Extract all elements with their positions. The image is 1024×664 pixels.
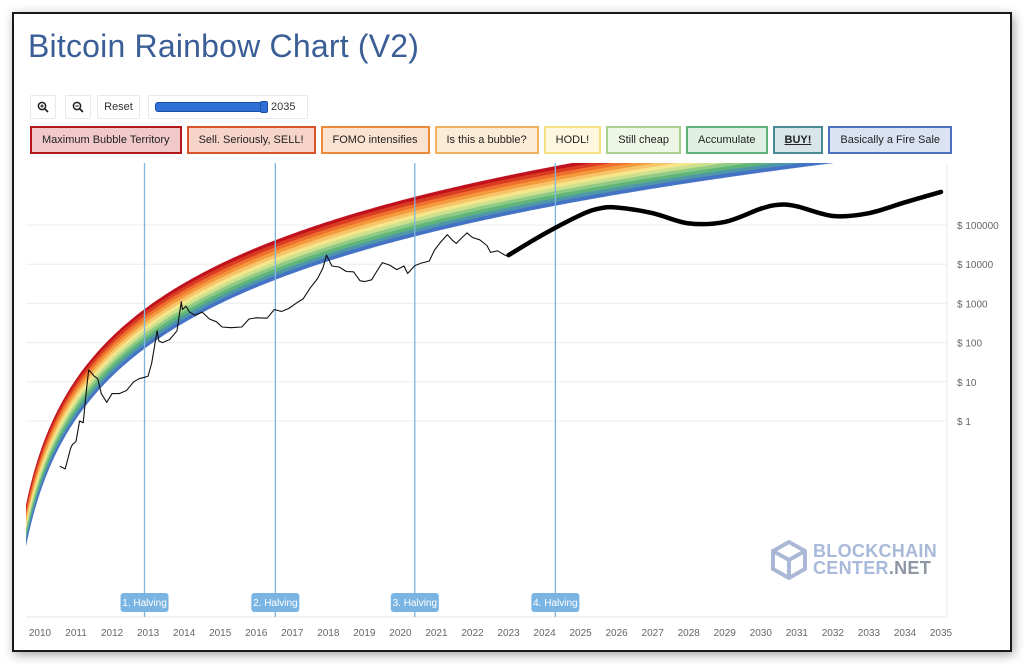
x-tick-label: 2035 xyxy=(930,628,953,639)
x-tick-label: 2025 xyxy=(569,628,592,639)
x-tick-label: 2026 xyxy=(606,628,629,639)
x-tick-label: 2021 xyxy=(425,628,448,639)
x-tick-label: 2016 xyxy=(245,628,268,639)
x-tick-label: 2012 xyxy=(101,628,124,639)
y-tick-label: $ 100000 xyxy=(957,221,999,232)
halving-label: 2. Halving xyxy=(253,598,297,609)
x-tick-label: 2020 xyxy=(389,628,412,639)
y-tick-label: $ 1 xyxy=(957,417,971,428)
y-tick-label: $ 10 xyxy=(957,378,977,389)
x-tick-label: 2033 xyxy=(858,628,881,639)
x-tick-label: 2028 xyxy=(678,628,701,639)
x-tick-label: 2030 xyxy=(750,628,773,639)
x-tick-label: 2029 xyxy=(714,628,737,639)
x-tick-label: 2031 xyxy=(786,628,809,639)
x-tick-label: 2022 xyxy=(461,628,484,639)
x-tick-label: 2018 xyxy=(317,628,340,639)
x-tick-label: 2032 xyxy=(822,628,845,639)
x-tick-label: 2017 xyxy=(281,628,304,639)
x-tick-label: 2010 xyxy=(29,628,52,639)
y-tick-label: $ 1000 xyxy=(957,299,988,310)
halving-label: 1. Halving xyxy=(122,598,166,609)
x-tick-label: 2015 xyxy=(209,628,232,639)
x-tick-label: 2027 xyxy=(642,628,665,639)
x-tick-label: 2024 xyxy=(533,628,556,639)
x-tick-label: 2034 xyxy=(894,628,917,639)
rainbow-chart: 1. Halving 2. Halving 3. Halving 4. Halving… xyxy=(26,163,999,639)
x-tick-label: 2013 xyxy=(137,628,160,639)
halving-label: 3. Halving xyxy=(393,598,437,609)
x-tick-label: 2023 xyxy=(497,628,520,639)
y-tick-label: $ 10000 xyxy=(957,260,994,271)
x-tick-label: 2014 xyxy=(173,628,196,639)
halving-label: 4. Halving xyxy=(533,598,577,609)
x-tick-label: 2019 xyxy=(353,628,376,639)
y-tick-label: $ 100 xyxy=(957,339,982,350)
x-tick-label: 2011 xyxy=(65,628,87,639)
